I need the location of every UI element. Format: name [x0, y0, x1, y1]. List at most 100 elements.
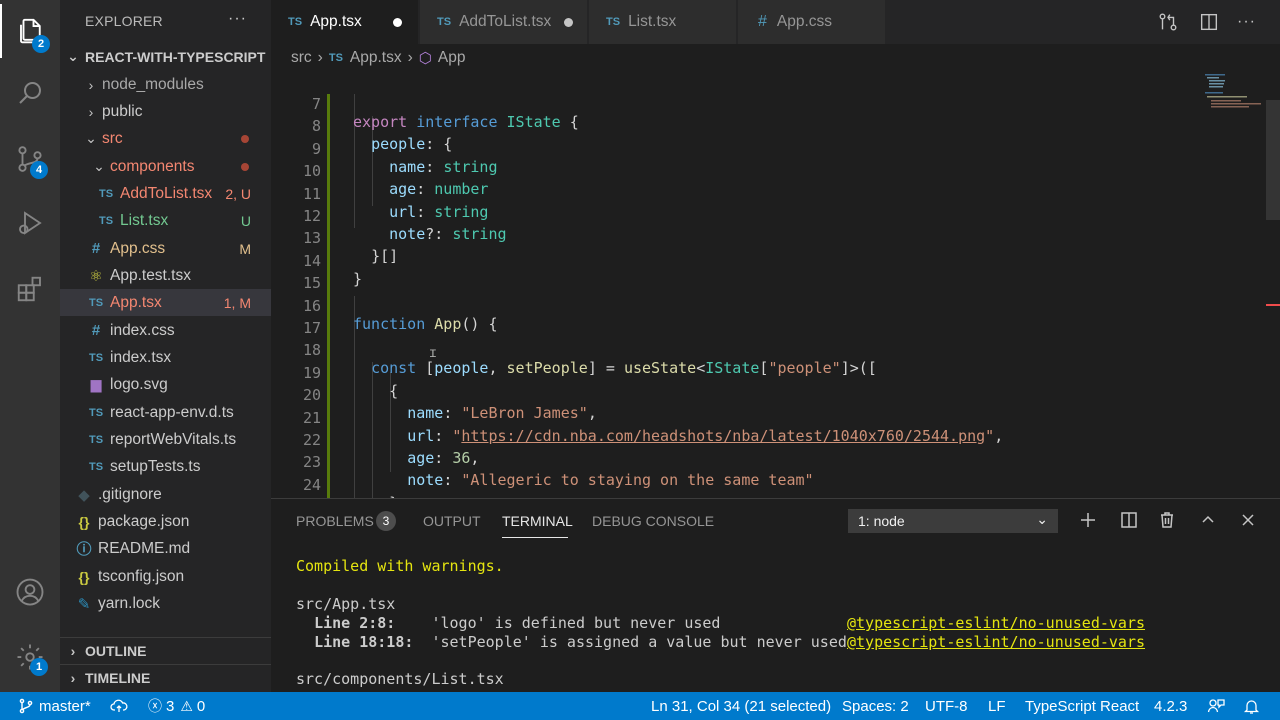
cursor-position[interactable]: Ln 31, Col 34 (21 selected): [651, 692, 831, 720]
tree-item-report-web-vitals[interactable]: TS reportWebVitals.ts: [60, 426, 271, 453]
tree-item-app-tsx[interactable]: TS App.tsx 1, M: [60, 289, 271, 316]
tree-item-index-tsx[interactable]: TS index.tsx: [60, 344, 271, 371]
typescript-version[interactable]: 4.2.3: [1154, 692, 1187, 720]
breadcrumb-folder[interactable]: src: [291, 49, 312, 67]
tree-item-index-css[interactable]: # index.css: [60, 317, 271, 344]
tab-app-tsx[interactable]: TS App.tsx: [271, 0, 419, 44]
tree-item-readme[interactable]: ⓘ README.md: [60, 535, 271, 562]
file-status: M: [239, 240, 251, 257]
tab-addtolist[interactable]: TS AddToList.tsx: [420, 0, 588, 44]
activity-bar: 2 4 1: [0, 0, 60, 692]
maximize-panel-icon[interactable]: [1198, 510, 1218, 530]
react-test-file-icon: ⚛: [89, 267, 103, 285]
scrollbar-thumb[interactable]: [1266, 100, 1280, 220]
more-actions-icon[interactable]: ···: [1237, 11, 1259, 33]
tab-app-css[interactable]: # App.css: [738, 0, 886, 44]
file-status: 1, M: [223, 294, 251, 311]
breadcrumb-symbol[interactable]: App: [438, 49, 466, 67]
search-activity-button[interactable]: [0, 66, 60, 120]
manage-activity-button[interactable]: 1: [0, 630, 60, 684]
feedback-button[interactable]: [1207, 692, 1225, 720]
extensions-activity-button[interactable]: [0, 262, 60, 316]
tree-item-label: List.tsx: [120, 211, 169, 229]
tree-item-label: index.css: [110, 321, 175, 339]
tree-item-package-json[interactable]: {} package.json: [60, 508, 271, 535]
tree-item-app-css[interactable]: # App.css M: [60, 235, 271, 262]
code-line: 14 }: [271, 234, 1280, 288]
tree-item-addtolist[interactable]: TS AddToList.tsx 2, U: [60, 180, 271, 207]
tab-list[interactable]: TS List.tsx: [589, 0, 737, 44]
tree-item-label: logo.svg: [110, 375, 168, 393]
tree-item-label: reportWebVitals.ts: [110, 430, 237, 448]
svg-file-icon: ▆: [90, 376, 102, 392]
outline-title: OUTLINE: [85, 643, 147, 659]
bell-icon: [1243, 699, 1260, 714]
chevron-right-icon: ›: [88, 103, 94, 120]
editor-scrollbar[interactable]: [1266, 72, 1280, 498]
search-icon: [19, 82, 41, 104]
css-file-icon: #: [91, 240, 101, 257]
tree-item-list[interactable]: TS List.tsx U: [60, 207, 271, 234]
warning-count: 0: [196, 697, 206, 715]
explorer-activity-button[interactable]: 2: [0, 4, 60, 58]
tree-item-setup-tests[interactable]: TS setupTests.ts: [60, 453, 271, 480]
close-icon[interactable]: [1238, 510, 1258, 530]
source-control-activity-button[interactable]: 4: [0, 132, 60, 186]
sync-button[interactable]: [110, 692, 128, 720]
more-actions-icon[interactable]: ···: [228, 10, 247, 28]
branch-name: master*: [39, 697, 91, 715]
tree-item-label: App.test.tsx: [110, 266, 191, 284]
bottom-panel: PROBLEMS 3 OUTPUT TERMINAL DEBUG CONSOLE…: [271, 498, 1280, 692]
unsaved-dot-icon[interactable]: [564, 17, 573, 27]
breadcrumb: src › TS App.tsx › ⬡ App: [291, 47, 465, 69]
terminal-select-value: 1: node: [858, 513, 905, 529]
tree-item-public[interactable]: › public: [60, 98, 271, 125]
minimap[interactable]: [1203, 72, 1268, 132]
terminal-line: Line 18:18: 'setPeople' is assigned a va…: [314, 633, 847, 651]
tree-item-components[interactable]: ⌄ components: [60, 153, 271, 180]
notifications-button[interactable]: [1243, 692, 1260, 720]
tab-problems[interactable]: PROBLEMS: [296, 513, 374, 529]
eol-status[interactable]: LF: [988, 692, 1006, 720]
timeline-section[interactable]: › TIMELINE: [60, 664, 271, 691]
eslint-rule-link[interactable]: @typescript-eslint/no-unused-vars: [847, 633, 1145, 651]
status-bar: master* ⓧ 3 ⚠ 0 Ln 31, Col 34 (21 select…: [0, 692, 1280, 720]
chevron-down-icon: ⌄: [67, 48, 79, 64]
accounts-activity-button[interactable]: [0, 565, 60, 619]
tab-debug-console[interactable]: DEBUG CONSOLE: [592, 513, 714, 529]
symbol-box-icon: ⬡: [418, 50, 432, 67]
project-folder[interactable]: ⌄ REACT-WITH-TYPESCRIPT: [60, 43, 271, 70]
tree-item-yarn-lock[interactable]: ✎ yarn.lock: [60, 590, 271, 617]
new-terminal-icon[interactable]: [1078, 510, 1098, 530]
tree-item-app-test[interactable]: ⚛ App.test.tsx: [60, 262, 271, 289]
tab-terminal[interactable]: TERMINAL: [502, 513, 573, 529]
eslint-rule-link[interactable]: @typescript-eslint/no-unused-vars: [847, 614, 1145, 632]
explorer-badge: 2: [32, 35, 50, 53]
code-editor[interactable]: 7 export interface IState { 8 people: { …: [271, 72, 1280, 498]
problems-status[interactable]: ⓧ 3 ⚠ 0: [148, 692, 205, 720]
error-dot: [241, 162, 249, 171]
json-file-icon: {}: [78, 568, 90, 585]
tree-item-logo-svg[interactable]: ▆ logo.svg: [60, 371, 271, 398]
tab-output[interactable]: OUTPUT: [423, 513, 481, 529]
breadcrumb-file[interactable]: App.tsx: [350, 49, 402, 67]
unsaved-dot-icon[interactable]: [393, 17, 402, 27]
tree-item-gitignore[interactable]: ◆ .gitignore: [60, 481, 271, 508]
language-mode[interactable]: TypeScript React: [1025, 692, 1139, 720]
split-terminal-icon[interactable]: [1119, 510, 1139, 530]
indentation-status[interactable]: Spaces: 2: [842, 692, 909, 720]
tree-item-tsconfig[interactable]: {} tsconfig.json: [60, 563, 271, 590]
tree-item-react-app-env[interactable]: TS react-app-env.d.ts: [60, 399, 271, 426]
open-changes-icon[interactable]: [1157, 11, 1179, 33]
branch-status[interactable]: master*: [18, 692, 91, 720]
trash-icon[interactable]: [1157, 510, 1177, 530]
run-debug-activity-button[interactable]: [0, 196, 60, 250]
tree-item-src[interactable]: ⌄ src: [60, 125, 271, 152]
outline-section[interactable]: › OUTLINE: [60, 637, 271, 664]
terminal-select[interactable]: 1: node ⌄: [848, 509, 1058, 533]
encoding-status[interactable]: UTF-8: [925, 692, 968, 720]
tree-item-node-modules[interactable]: › node_modules: [60, 71, 271, 98]
split-editor-icon[interactable]: [1198, 11, 1220, 33]
code-line: 24 }: [271, 458, 1280, 498]
typescript-file-icon: TS: [88, 406, 104, 419]
